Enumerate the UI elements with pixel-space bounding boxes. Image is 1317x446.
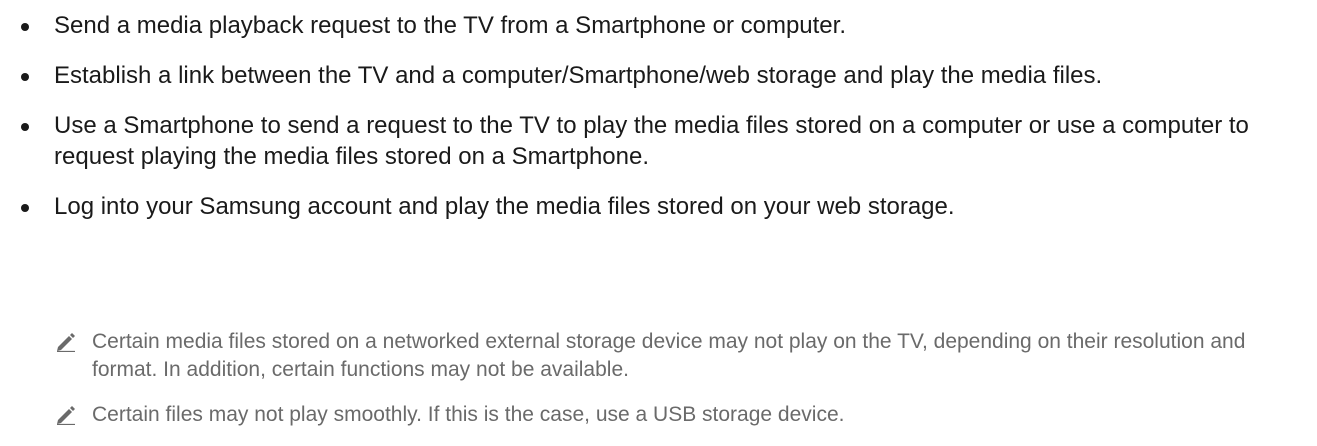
- bullet-dot-icon: [21, 23, 29, 31]
- bullet-item: Use a Smartphone to send a request to th…: [0, 110, 1317, 172]
- pencil-icon: [57, 333, 75, 352]
- bullet-text: Establish a link between the TV and a co…: [54, 62, 1103, 89]
- feature-bullet-list: Send a media playback request to the TV …: [0, 10, 1317, 241]
- bullet-text: Send a media playback request to the TV …: [54, 12, 846, 39]
- note-item: Certain media files stored on a networke…: [0, 328, 1317, 384]
- document-page: Send a media playback request to the TV …: [0, 0, 1317, 443]
- note-item: Certain files may not play smoothly. If …: [0, 401, 1317, 429]
- bullet-text: Use a Smartphone to send a request to th…: [54, 112, 1249, 170]
- bullet-dot-icon: [21, 123, 29, 131]
- bullet-item: Establish a link between the TV and a co…: [0, 60, 1317, 91]
- bullet-dot-icon: [21, 204, 29, 212]
- note-text: Certain files may not play smoothly. If …: [92, 403, 845, 426]
- bullet-item: Log into your Samsung account and play t…: [0, 191, 1317, 222]
- bullet-item: Send a media playback request to the TV …: [0, 10, 1317, 41]
- note-text: Certain media files stored on a networke…: [92, 330, 1246, 381]
- pencil-icon: [57, 406, 75, 425]
- bullet-text: Log into your Samsung account and play t…: [54, 193, 955, 220]
- note-list: Certain media files stored on a networke…: [0, 328, 1317, 446]
- bullet-dot-icon: [21, 73, 29, 81]
